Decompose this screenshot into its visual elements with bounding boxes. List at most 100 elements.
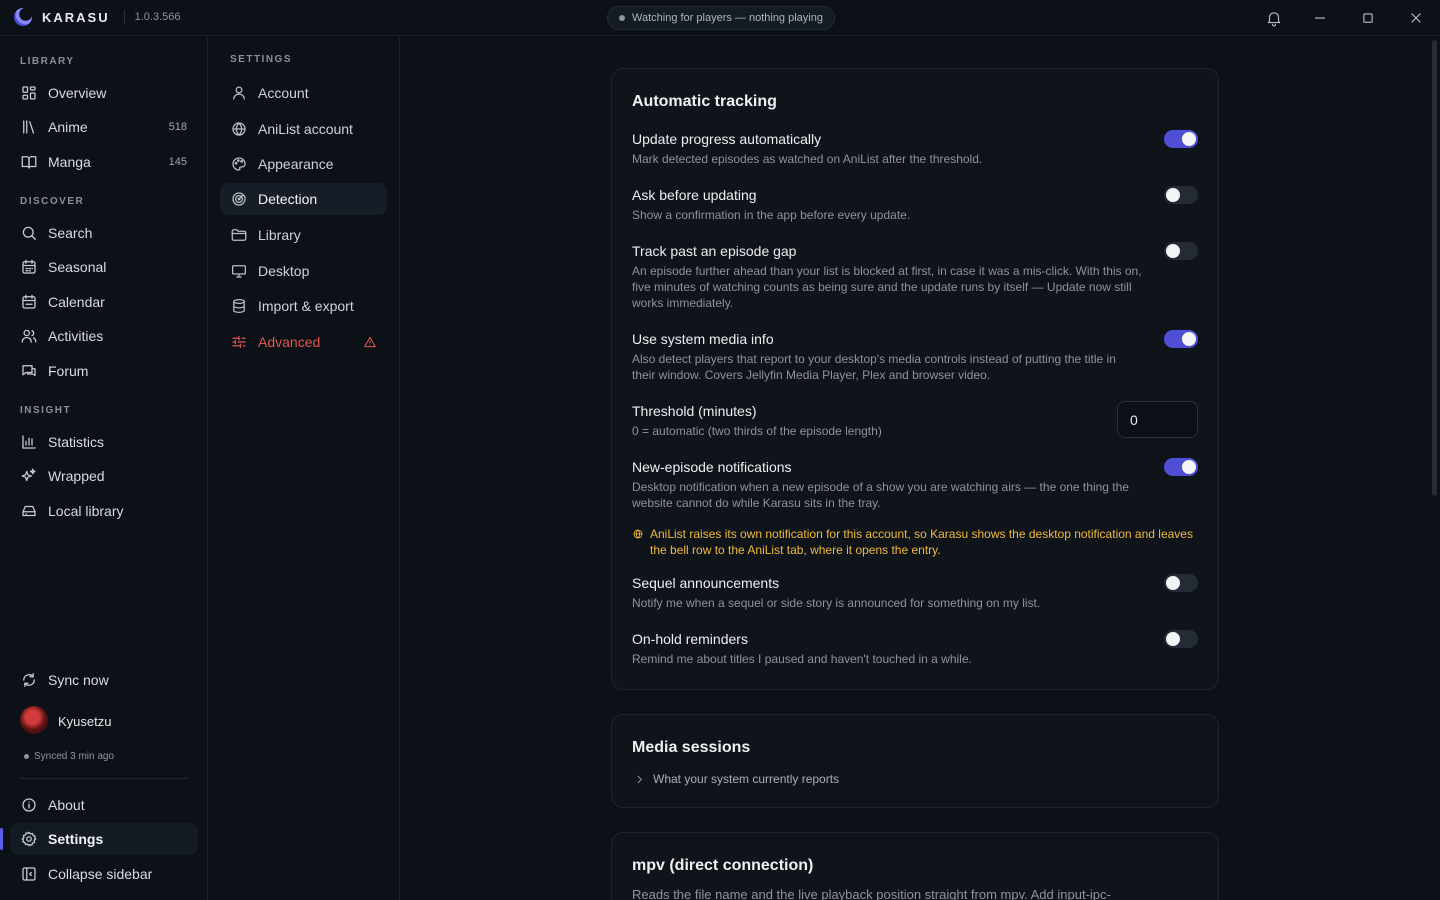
- sidebar-item-manga[interactable]: Manga 145: [10, 146, 198, 178]
- settings-nav-title: SETTINGS: [230, 54, 293, 65]
- setting-title: Track past an episode gap: [632, 243, 797, 259]
- settings-tab-advanced[interactable]: Advanced: [220, 326, 387, 358]
- warning-triangle-icon: [363, 335, 377, 349]
- users-icon: [20, 327, 38, 345]
- sidebar-item-settings[interactable]: Settings: [10, 823, 198, 855]
- on-hold-reminders-toggle[interactable]: [1164, 630, 1198, 648]
- settings-tab-label: Account: [258, 85, 309, 101]
- username[interactable]: Kyusetzu: [58, 714, 111, 729]
- sidebar-item-label: Activities: [48, 328, 104, 344]
- update-progress-toggle[interactable]: [1164, 130, 1198, 148]
- database-icon: [230, 297, 248, 315]
- settings-tab-import-export[interactable]: Import & export: [220, 290, 387, 322]
- settings-tab-label: Desktop: [258, 263, 310, 279]
- sidebar-item-overview[interactable]: Overview: [10, 77, 198, 109]
- setting-description: Show a confirmation in the app before ev…: [632, 208, 911, 222]
- mpv-title: mpv (direct connection): [632, 857, 814, 874]
- sidebar-item-label: Local library: [48, 503, 124, 519]
- sidebar-item-search[interactable]: Search: [10, 217, 198, 249]
- minimize-icon[interactable]: [1311, 9, 1329, 27]
- app-version: 1.0.3.566: [134, 11, 181, 23]
- anilist-notification-notice: AniList raises its own notification for …: [632, 526, 1197, 558]
- sync-now-button[interactable]: Sync now: [10, 664, 198, 696]
- sync-status: Synced 3 min ago: [24, 751, 114, 762]
- sidebar-item-wrapped[interactable]: Wrapped: [10, 460, 198, 492]
- sync-status-text: Synced 3 min ago: [34, 751, 115, 762]
- sidebar-item-seasonal[interactable]: Seasonal: [10, 251, 198, 283]
- maximize-icon[interactable]: [1359, 9, 1377, 27]
- gear-icon: [20, 830, 38, 848]
- radar-icon: [230, 190, 248, 208]
- settings-tab-label: Advanced: [258, 334, 321, 350]
- sidebar-item-calendar[interactable]: Calendar: [10, 286, 198, 318]
- setting-description: Desktop notification when a new episode …: [632, 480, 1129, 510]
- setting-title: Threshold (minutes): [632, 403, 757, 419]
- sidebar-item-label: Seasonal: [48, 259, 107, 275]
- setting-title: Update progress automatically: [632, 131, 822, 147]
- settings-tab-anilist-account[interactable]: AniList account: [220, 113, 387, 145]
- sidebar-item-about[interactable]: About: [10, 789, 198, 821]
- threshold-minutes-input[interactable]: [1117, 401, 1198, 438]
- settings-nav: SETTINGS Account AniList account Appeara…: [208, 36, 400, 900]
- settings-tab-library[interactable]: Library: [220, 219, 387, 251]
- sparkles-icon: [20, 467, 38, 485]
- main-scrollbar[interactable]: [1432, 40, 1437, 496]
- sidebar-item-label: Search: [48, 225, 93, 241]
- setting-title: New-episode notifications: [632, 459, 792, 475]
- disclosure-label: What your system currently reports: [653, 772, 840, 786]
- sidebar-item-statistics[interactable]: Statistics: [10, 426, 198, 458]
- sequel-announcements-toggle[interactable]: [1164, 574, 1198, 592]
- media-sessions-disclosure[interactable]: What your system currently reports: [634, 772, 839, 786]
- media-sessions-title: Media sessions: [632, 739, 751, 756]
- close-icon[interactable]: [1407, 9, 1425, 27]
- sidebar-item-forum[interactable]: Forum: [10, 355, 198, 387]
- new-episode-notifications-toggle[interactable]: [1164, 458, 1198, 476]
- globe-icon: [230, 120, 248, 138]
- setting-description: An episode further ahead than your list …: [632, 264, 1142, 310]
- ask-before-updating-toggle[interactable]: [1164, 186, 1198, 204]
- sidebar-item-activities[interactable]: Activities: [10, 320, 198, 352]
- search-icon: [20, 224, 38, 242]
- settings-tab-appearance[interactable]: Appearance: [220, 148, 387, 180]
- settings-tab-label: Import & export: [258, 298, 354, 314]
- media-sessions-card: Media sessions What your system currentl…: [611, 714, 1219, 808]
- avatar[interactable]: [20, 706, 48, 734]
- calendar-week-icon: [20, 258, 38, 276]
- sidebar-item-local-library[interactable]: Local library: [10, 495, 198, 527]
- sidebar-item-label: Statistics: [48, 434, 105, 450]
- settings-tab-label: Library: [258, 227, 301, 243]
- palette-icon: [230, 155, 248, 173]
- settings-tab-label: Appearance: [258, 156, 334, 172]
- section-label-insight: INSIGHT: [20, 405, 72, 416]
- sidebar-item-label: Calendar: [48, 294, 105, 310]
- setting-title: Ask before updating: [632, 187, 757, 203]
- detection-status-pill[interactable]: Watching for players — nothing playing: [607, 6, 835, 30]
- chevron-right-icon: [634, 774, 653, 785]
- user-icon: [230, 84, 248, 102]
- sidebar-item-label: Settings: [48, 831, 104, 847]
- sidebar-item-label: Wrapped: [48, 468, 105, 484]
- bar-chart-icon: [20, 433, 38, 451]
- status-dot-icon: [619, 15, 625, 21]
- monitor-icon: [230, 262, 248, 280]
- notifications-bell-icon[interactable]: [1265, 9, 1283, 27]
- system-media-info-toggle[interactable]: [1164, 330, 1198, 348]
- books-icon: [20, 118, 38, 136]
- refresh-icon: [20, 671, 38, 689]
- sidebar-item-label: Forum: [48, 363, 89, 379]
- setting-description: Notify me when a sequel or side story is…: [632, 596, 1041, 610]
- sidebar-item-anime[interactable]: Anime 518: [10, 111, 198, 143]
- episode-gap-toggle[interactable]: [1164, 242, 1198, 260]
- settings-tab-detection[interactable]: Detection: [220, 183, 387, 215]
- settings-tab-account[interactable]: Account: [220, 77, 387, 109]
- sidebar-item-collapse[interactable]: Collapse sidebar: [10, 858, 198, 890]
- globe-warning-icon: [632, 526, 650, 558]
- sidebar-item-label: About: [48, 797, 85, 813]
- setting-description: Also detect players that report to your …: [632, 352, 1116, 382]
- calendar-icon: [20, 293, 38, 311]
- settings-tab-desktop[interactable]: Desktop: [220, 255, 387, 287]
- sidebar-item-label: Collapse sidebar: [48, 866, 153, 882]
- sync-status-dot-icon: [24, 754, 29, 759]
- anime-count-badge: 518: [168, 121, 187, 133]
- detection-status-text: Watching for players — nothing playing: [632, 12, 823, 24]
